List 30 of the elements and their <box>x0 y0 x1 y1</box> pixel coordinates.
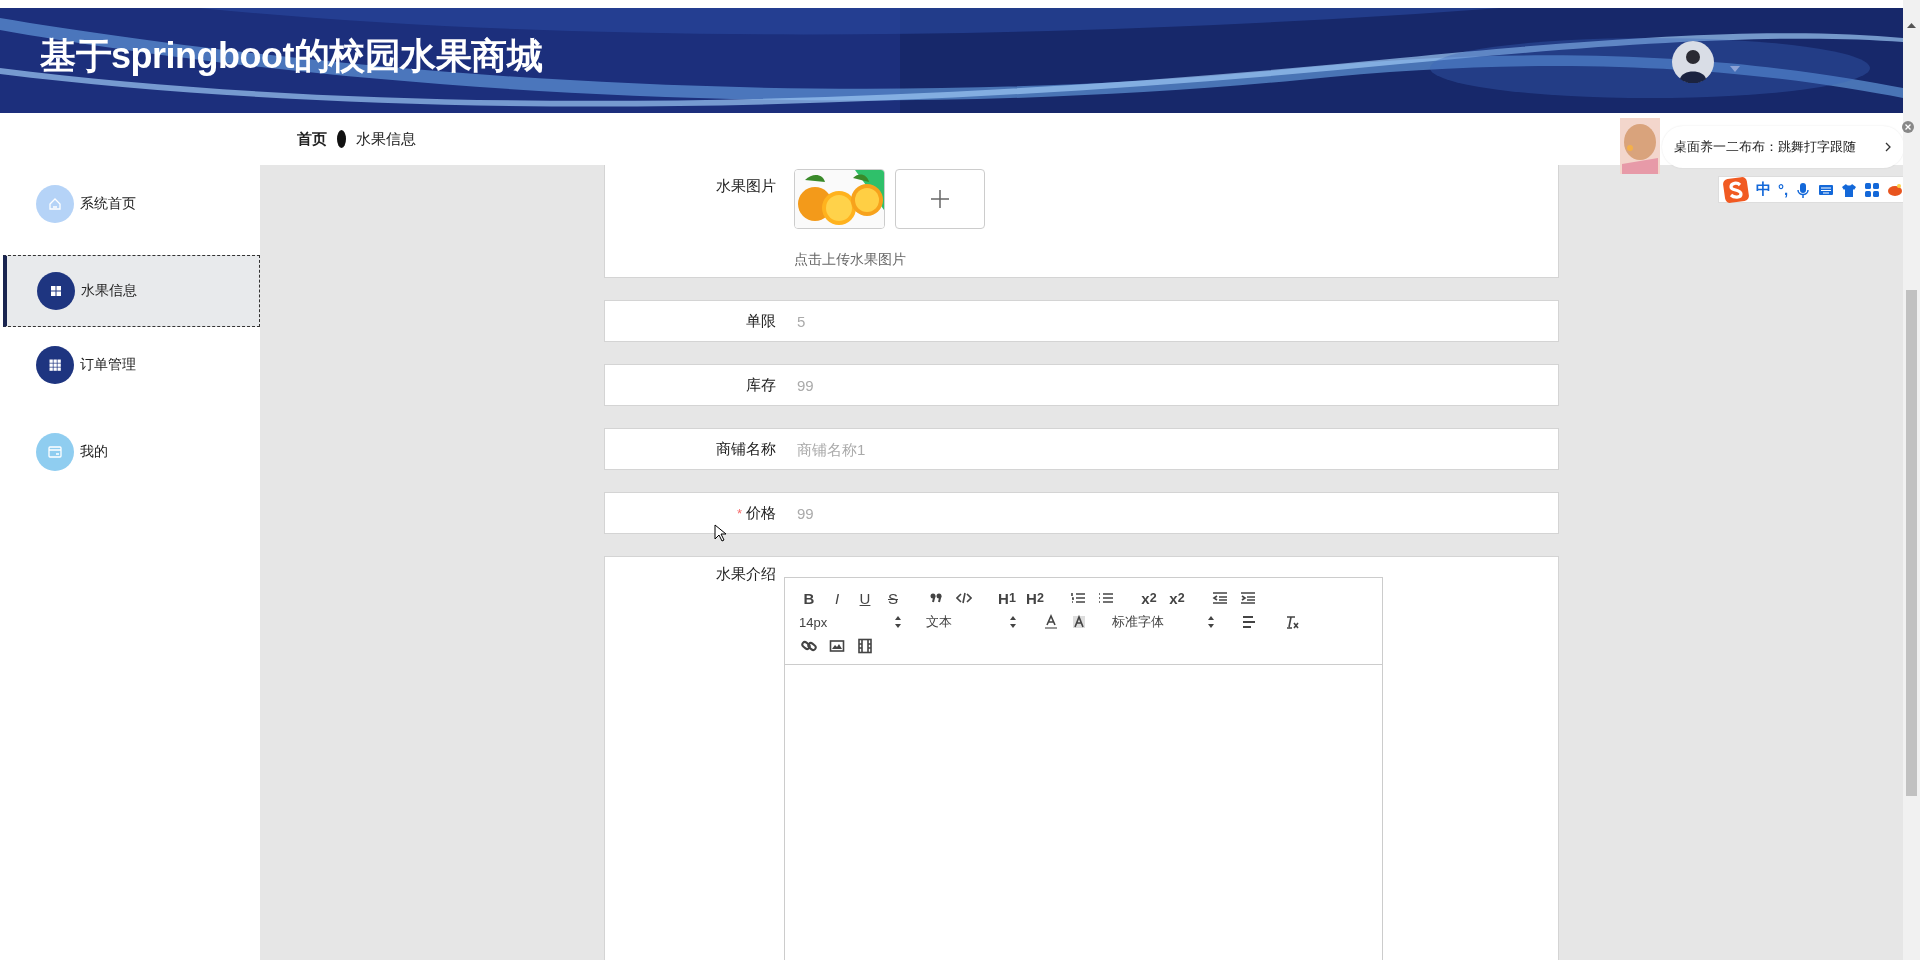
sidebar-item[interactable]: 系统首页 <box>3 168 260 240</box>
notification-text: 桌面养一二布布：跳舞打字跟随 <box>1674 138 1856 156</box>
toolbar-button[interactable]: U <box>851 586 879 610</box>
required-mark: * <box>736 506 742 521</box>
field-label: 库存 <box>746 376 776 393</box>
sidebar-item[interactable]: 订单管理 <box>3 329 260 401</box>
toolbar-button[interactable]: I <box>823 586 851 610</box>
breadcrumb-link[interactable]: 水果信息 <box>356 129 416 149</box>
toolbar-button[interactable]: B <box>795 586 823 610</box>
upload-hint: 点击上传水果图片 <box>794 251 907 269</box>
sidebar-item[interactable]: 水果信息 <box>3 255 260 327</box>
sidebar-label: 订单管理 <box>80 356 136 374</box>
ime-button[interactable]: 中 <box>1756 180 1771 199</box>
field-label: 价格 <box>746 504 776 521</box>
field-label: 水果介绍 <box>716 565 776 582</box>
ime-button[interactable]: °, <box>1778 181 1789 198</box>
sidebar-item[interactable]: 我的 <box>3 416 260 488</box>
sidebar-label: 系统首页 <box>80 195 136 213</box>
toolbar-select[interactable]: 14px <box>795 610 907 634</box>
field-label: 单限 <box>746 312 776 329</box>
sidebar-label: 我的 <box>80 443 108 461</box>
notification-popup[interactable]: 桌面养一二布布：跳舞打字跟随 <box>1662 126 1904 168</box>
toolbar-select[interactable]: 文本 <box>922 610 1022 634</box>
toolbar-select[interactable]: 标准字体 <box>1108 610 1220 634</box>
breadcrumb-link[interactable]: 首页 <box>297 129 327 149</box>
site-title: 基于springboot的校园水果商城 <box>40 34 543 78</box>
field-label: 水果图片 <box>716 177 776 194</box>
toolbar-button[interactable]: S <box>879 586 907 610</box>
field-label: 商铺名称 <box>716 440 776 457</box>
sidebar-label: 水果信息 <box>81 282 137 300</box>
